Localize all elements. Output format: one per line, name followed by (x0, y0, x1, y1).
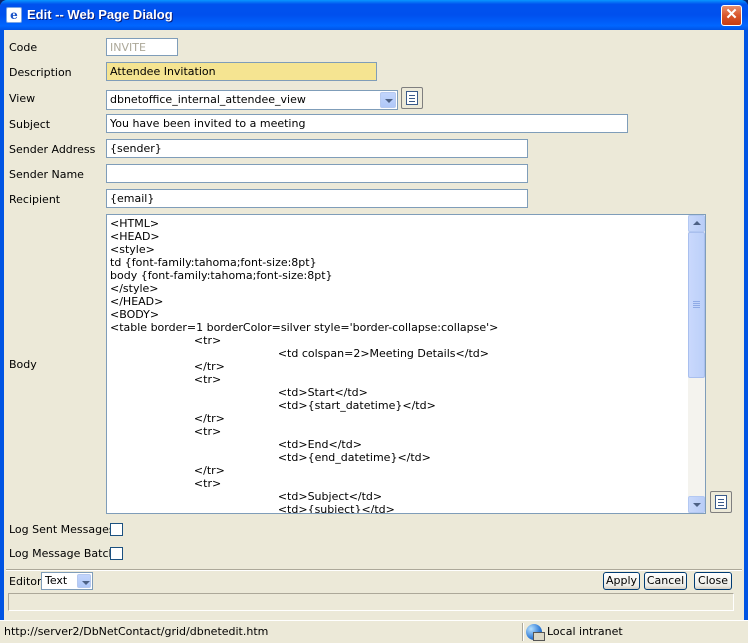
sender-name-label: Sender Name (9, 168, 84, 181)
subject-label: Subject (9, 118, 51, 131)
progress-bar (8, 593, 734, 611)
body-text-line: <td>Start</td> (110, 386, 368, 399)
recipient-label: Recipient (9, 193, 61, 206)
status-bar: http://server2/DbNetContact/grid/dbneted… (0, 620, 748, 643)
body-text-line: body {font-family:tahoma;font-size:8pt} (110, 269, 333, 282)
apply-button[interactable]: Apply (603, 572, 640, 590)
dialog-body: Code INVITE Description Attendee Invitat… (4, 30, 744, 620)
body-textarea[interactable]: <HTML> <HEAD> <style> td {font-family:tahom… (106, 214, 706, 514)
body-text-line: <td>{end_datetime}</td> (110, 451, 431, 464)
scroll-down-arrow-icon[interactable] (688, 496, 705, 513)
view-label: View (9, 92, 36, 105)
body-label: Body (9, 358, 37, 371)
body-text-line: </style> (110, 282, 159, 295)
body-text-line: <table border=1 borderColor=silver style… (110, 321, 499, 334)
view-select-value: dbnetoffice_internal_attendee_view (110, 93, 306, 106)
local-intranet-icon (526, 624, 545, 641)
footer-divider (6, 569, 742, 571)
body-text-line: <style> (110, 243, 155, 256)
log-sent-messages-checkbox[interactable] (110, 523, 123, 536)
sender-name-field[interactable] (106, 164, 528, 183)
status-url: http://server2/DbNetContact/grid/dbneted… (4, 625, 269, 638)
document-list-icon (406, 91, 418, 105)
body-text-line: </tr> (110, 464, 225, 477)
view-select[interactable]: dbnetoffice_internal_attendee_view (106, 90, 398, 110)
sender-address-label: Sender Address (9, 143, 96, 156)
body-text: <HTML> <HEAD> <style> td {font-family:tahom… (107, 215, 690, 513)
scroll-thumb[interactable] (688, 232, 705, 378)
editor-select[interactable]: Text (41, 572, 93, 590)
scroll-up-arrow-icon[interactable] (688, 215, 705, 232)
body-text-line: <tr> (110, 334, 222, 347)
body-text-line: <tr> (110, 477, 222, 490)
log-message-batch-label: Log Message Batch (9, 547, 116, 560)
close-window-button[interactable]: ✕ (721, 5, 742, 26)
view-details-button[interactable] (401, 87, 423, 109)
body-text-line: <td>{subject}</td> (110, 503, 395, 513)
body-text-line: </tr> (110, 412, 225, 425)
body-text-line: td {font-family:tahoma;font-size:8pt} (110, 256, 317, 269)
editor-select-value: Text (45, 574, 68, 587)
chevron-down-icon[interactable] (77, 574, 91, 588)
code-label: Code (9, 41, 38, 54)
html-editor-button[interactable] (710, 491, 732, 513)
description-field[interactable]: Attendee Invitation (106, 62, 377, 81)
html-editor-icon (715, 495, 727, 509)
sender-address-field[interactable]: {sender} (106, 139, 528, 158)
body-text-line: <td>Subject</td> (110, 490, 383, 503)
body-text-line: <tr> (110, 425, 222, 438)
body-text-line: <HTML> (110, 217, 160, 230)
cancel-button[interactable]: Cancel (644, 572, 687, 590)
body-text-line: <td>{start_datetime}</td> (110, 399, 436, 412)
subject-field[interactable]: You have been invited to a meeting (106, 114, 628, 133)
body-text-line: </tr> (110, 360, 225, 373)
chevron-down-icon[interactable] (380, 92, 396, 108)
log-sent-messages-label: Log Sent Messages (9, 523, 115, 536)
body-text-line: <td colspan=2>Meeting Details</td> (110, 347, 489, 360)
code-field[interactable]: INVITE (106, 38, 178, 56)
description-label: Description (9, 66, 72, 79)
log-message-batch-checkbox[interactable] (110, 547, 123, 560)
body-text-line: <td>End</td> (110, 438, 362, 451)
status-divider (522, 623, 524, 641)
body-text-line: <tr> (110, 373, 222, 386)
close-button[interactable]: Close (694, 572, 732, 590)
window-title: Edit -- Web Page Dialog (27, 7, 173, 22)
recipient-field[interactable]: {email} (106, 189, 528, 208)
ie-page-icon: e (6, 7, 22, 23)
security-zone-label: Local intranet (547, 625, 623, 638)
title-bar: e Edit -- Web Page Dialog ✕ (0, 0, 748, 30)
editor-label: Editor (9, 575, 42, 588)
body-text-line: <HEAD> (110, 230, 160, 243)
dialog-window: e Edit -- Web Page Dialog ✕ Code INVITE … (0, 0, 748, 643)
body-text-line: <BODY> (110, 308, 160, 321)
body-scrollbar[interactable] (688, 215, 705, 513)
body-text-line: </HEAD> (110, 295, 164, 308)
